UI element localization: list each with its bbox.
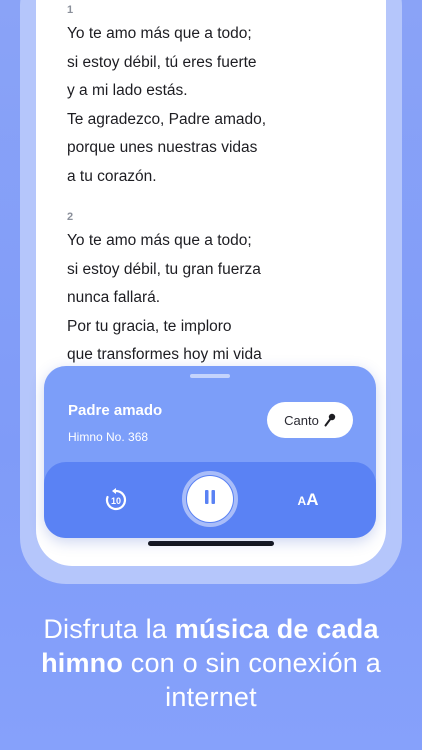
pause-button[interactable] [182,471,238,527]
microphone-icon [324,413,336,427]
rewind-10-button[interactable]: 10 [98,482,134,518]
verse-2: 2 Yo te amo más que a todo; si estoy déb… [67,207,367,370]
verse-number: 1 [67,4,74,16]
rewind-10-icon: 10 [103,487,129,513]
font-small-glyph: A [297,494,307,508]
verse-number: 2 [67,211,74,223]
player-drag-handle[interactable] [190,374,230,378]
lyric-line: porque unes nuestras vidas [67,139,258,156]
playback-controls: 10 AA [44,462,376,538]
text-size-button[interactable]: AA [290,482,326,518]
lyric-line: a tu corazón. [67,167,157,185]
text-size-icon: AA [298,490,319,510]
pause-icon [203,489,217,510]
lyric-line: Yo te amo más que a todo; [67,25,252,42]
rewind-seconds: 10 [110,496,121,506]
lyric-line: y a mi lado estás. [67,82,188,99]
promo-caption: Disfruta la música de cada himno con o s… [0,612,422,714]
canto-button[interactable]: Canto [267,402,353,438]
lyrics: 1 Yo te amo más que a todo; si estoy déb… [67,0,367,370]
lyric-line: Te agradezco, Padre amado, [67,110,267,128]
lyric-line: si estoy débil, tú eres fuerte [67,53,257,71]
lyric-line: nunca fallará. [67,289,161,306]
lyric-line: si estoy débil, tu gran fuerza [67,260,261,278]
pause-button-inner [187,476,233,522]
font-large-glyph: A [306,490,319,509]
song-title: Padre amado [68,402,163,419]
promo-text-1: Disfruta la [43,614,175,644]
hymn-number: Himno No. 368 [68,430,149,444]
home-indicator[interactable] [148,541,274,546]
canto-label: Canto [284,412,319,428]
lyric-line: Yo te amo más que a todo; [67,232,252,249]
promo-text-2: con o sin conexión a internet [123,648,381,712]
lyric-line: Por tu gracia, te imploro [67,317,232,335]
mini-player: Padre amado Himno No. 368 Canto 10 AA [44,366,376,538]
verse-1: 1 Yo te amo más que a todo; si estoy déb… [67,0,367,191]
